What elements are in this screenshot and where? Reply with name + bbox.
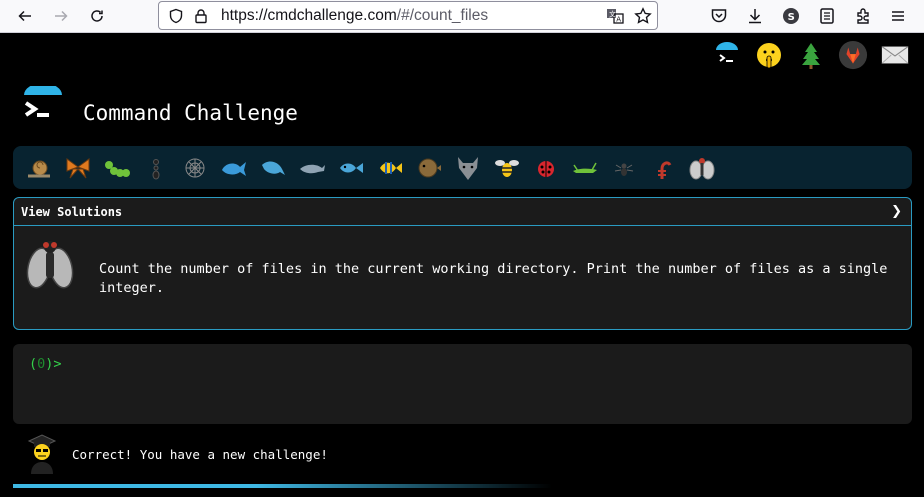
reload-button[interactable]	[85, 4, 109, 28]
mascot-avatar	[26, 432, 58, 474]
fish-icon[interactable]	[333, 150, 368, 185]
account-icon[interactable]: S	[781, 6, 801, 26]
url-host: https://cmdchallenge.com	[221, 7, 397, 24]
back-arrow-icon	[18, 10, 31, 22]
lock-icon[interactable]	[192, 7, 210, 25]
cmdchallenge-logo	[22, 83, 64, 128]
mail-icon[interactable]	[880, 40, 910, 70]
download-icon[interactable]	[745, 6, 765, 26]
top-icon-bar	[712, 39, 910, 71]
bee-icon[interactable]	[489, 150, 524, 185]
butterfly-icon[interactable]	[60, 150, 95, 185]
bookmark-star-icon[interactable]	[634, 7, 652, 25]
pocket-icon[interactable]	[709, 6, 729, 26]
prompt-close: )>	[45, 356, 62, 372]
page-title: Command Challenge	[83, 101, 298, 125]
page-content: Command Challenge View Solutions ❯ Count…	[0, 33, 924, 497]
status-message: Correct! You have a new challenge!	[72, 447, 328, 462]
gitlab-icon[interactable]	[838, 40, 868, 70]
svg-text:A: A	[616, 16, 621, 24]
blowfish-icon[interactable]	[411, 150, 446, 185]
reader-icon[interactable]	[817, 6, 837, 26]
progress-fill	[13, 484, 553, 488]
svg-text:文: 文	[609, 10, 616, 19]
browser-toolbar: https://cmdchallenge.com/#/count_files 文…	[0, 0, 924, 33]
spider-web-icon[interactable]	[177, 150, 212, 185]
forward-arrow-icon	[55, 10, 68, 22]
challenge-description: Count the number of files in the current…	[99, 261, 888, 296]
fly-icon	[25, 238, 75, 293]
challenge-animal-bar	[13, 146, 912, 189]
view-solutions-label: View Solutions	[21, 205, 123, 219]
url-bar[interactable]: https://cmdchallenge.com/#/count_files 文…	[158, 1, 658, 30]
url-text[interactable]: https://cmdchallenge.com/#/count_files	[221, 7, 488, 25]
ant-icon[interactable]	[138, 150, 173, 185]
dolphin-icon[interactable]	[294, 150, 329, 185]
cricket-icon[interactable]	[567, 150, 602, 185]
reload-icon	[91, 10, 103, 22]
ladybug-icon[interactable]	[528, 150, 563, 185]
cmdchallenge-logo-icon[interactable]	[712, 40, 742, 70]
scorpion-icon[interactable]	[645, 150, 680, 185]
shushing-face-icon[interactable]	[754, 40, 784, 70]
caterpillar-icon[interactable]	[99, 150, 134, 185]
forward-button[interactable]	[49, 4, 73, 28]
dolphin-blue-icon[interactable]	[255, 150, 290, 185]
svg-text:S: S	[788, 12, 795, 23]
extensions-icon[interactable]	[853, 6, 873, 26]
terminal-prompt: (0)>	[29, 356, 62, 372]
shield-icon[interactable]	[167, 7, 185, 25]
whale-icon[interactable]	[216, 150, 251, 185]
progress-bar	[13, 484, 912, 488]
back-button[interactable]	[13, 4, 37, 28]
view-solutions-toggle[interactable]: View Solutions ❯	[14, 198, 911, 226]
chevron-right-icon: ❯	[891, 204, 902, 219]
fly-icon[interactable]	[684, 150, 719, 185]
translate-icon[interactable]: 文A	[606, 7, 624, 25]
url-path: /#/count_files	[396, 7, 489, 24]
snail-icon[interactable]	[21, 150, 56, 185]
spider-icon[interactable]	[606, 150, 641, 185]
tree-icon[interactable]	[796, 40, 826, 70]
wolf-icon[interactable]	[450, 150, 485, 185]
challenge-panel: View Solutions ❯ Count the number of fil…	[13, 197, 912, 330]
tropical-fish-icon[interactable]	[372, 150, 407, 185]
prompt-open: (	[29, 356, 38, 372]
menu-icon[interactable]	[888, 6, 908, 26]
command-terminal[interactable]: (0)>	[13, 344, 912, 424]
